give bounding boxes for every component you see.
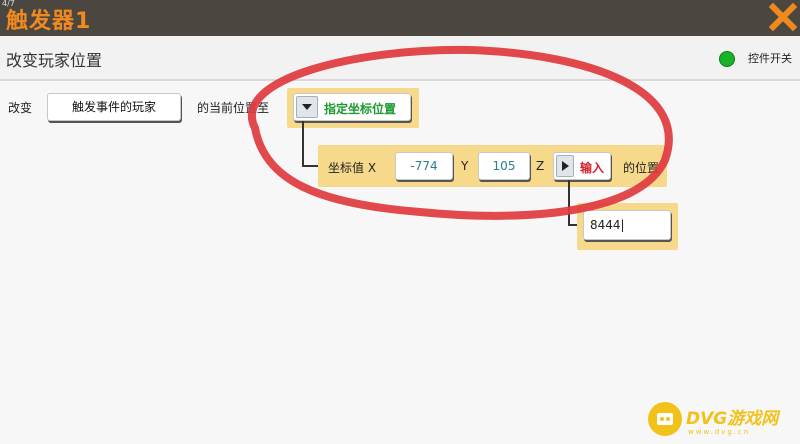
z-value-input[interactable]: 8444| (583, 210, 671, 240)
target-player-button[interactable]: 触发事件的玩家 (47, 93, 181, 121)
watermark-sub: www.dvg.cn (688, 428, 751, 436)
title-bar: 4/7 触发器1 (0, 0, 800, 36)
dropdown-label: 指定坐标位置 (324, 102, 397, 116)
coords-prefix: 坐标值 X (328, 161, 377, 175)
dropdown-arrow-box (296, 96, 318, 118)
text-cursor: | (620, 218, 625, 232)
x-value-field[interactable]: -774 (395, 152, 453, 180)
action-verb: 改变 (8, 101, 33, 115)
window-title: 触发器1 (6, 9, 92, 34)
z-mode-dropdown[interactable]: 输入 (553, 152, 611, 180)
toggle-switch[interactable] (719, 51, 735, 67)
middle-text: 的当前位置至 (197, 101, 270, 115)
z-value-text: 8444 (590, 218, 621, 232)
y-value-field[interactable]: 105 (478, 152, 530, 180)
chevron-right-icon (562, 161, 569, 171)
watermark-text: DVG游戏网 (686, 409, 779, 429)
coord-mode-dropdown[interactable]: 指定坐标位置 (293, 93, 411, 121)
dropdown-arrow-box (556, 155, 574, 177)
sub-header: 改变玩家位置 控件开关 (0, 36, 800, 81)
close-icon[interactable] (768, 2, 798, 32)
coords-suffix: 的位置 (623, 161, 660, 175)
y-label: Y (461, 159, 469, 173)
page-title: 改变玩家位置 (6, 51, 103, 70)
chevron-down-icon (302, 104, 312, 110)
z-label: Z (536, 159, 545, 173)
gamepad-icon (648, 402, 682, 436)
watermark-logo: DVG游戏网 www.dvg.cn (648, 400, 800, 444)
z-dropdown-label: 输入 (580, 161, 605, 175)
toggle-label: 控件开关 (748, 52, 792, 65)
